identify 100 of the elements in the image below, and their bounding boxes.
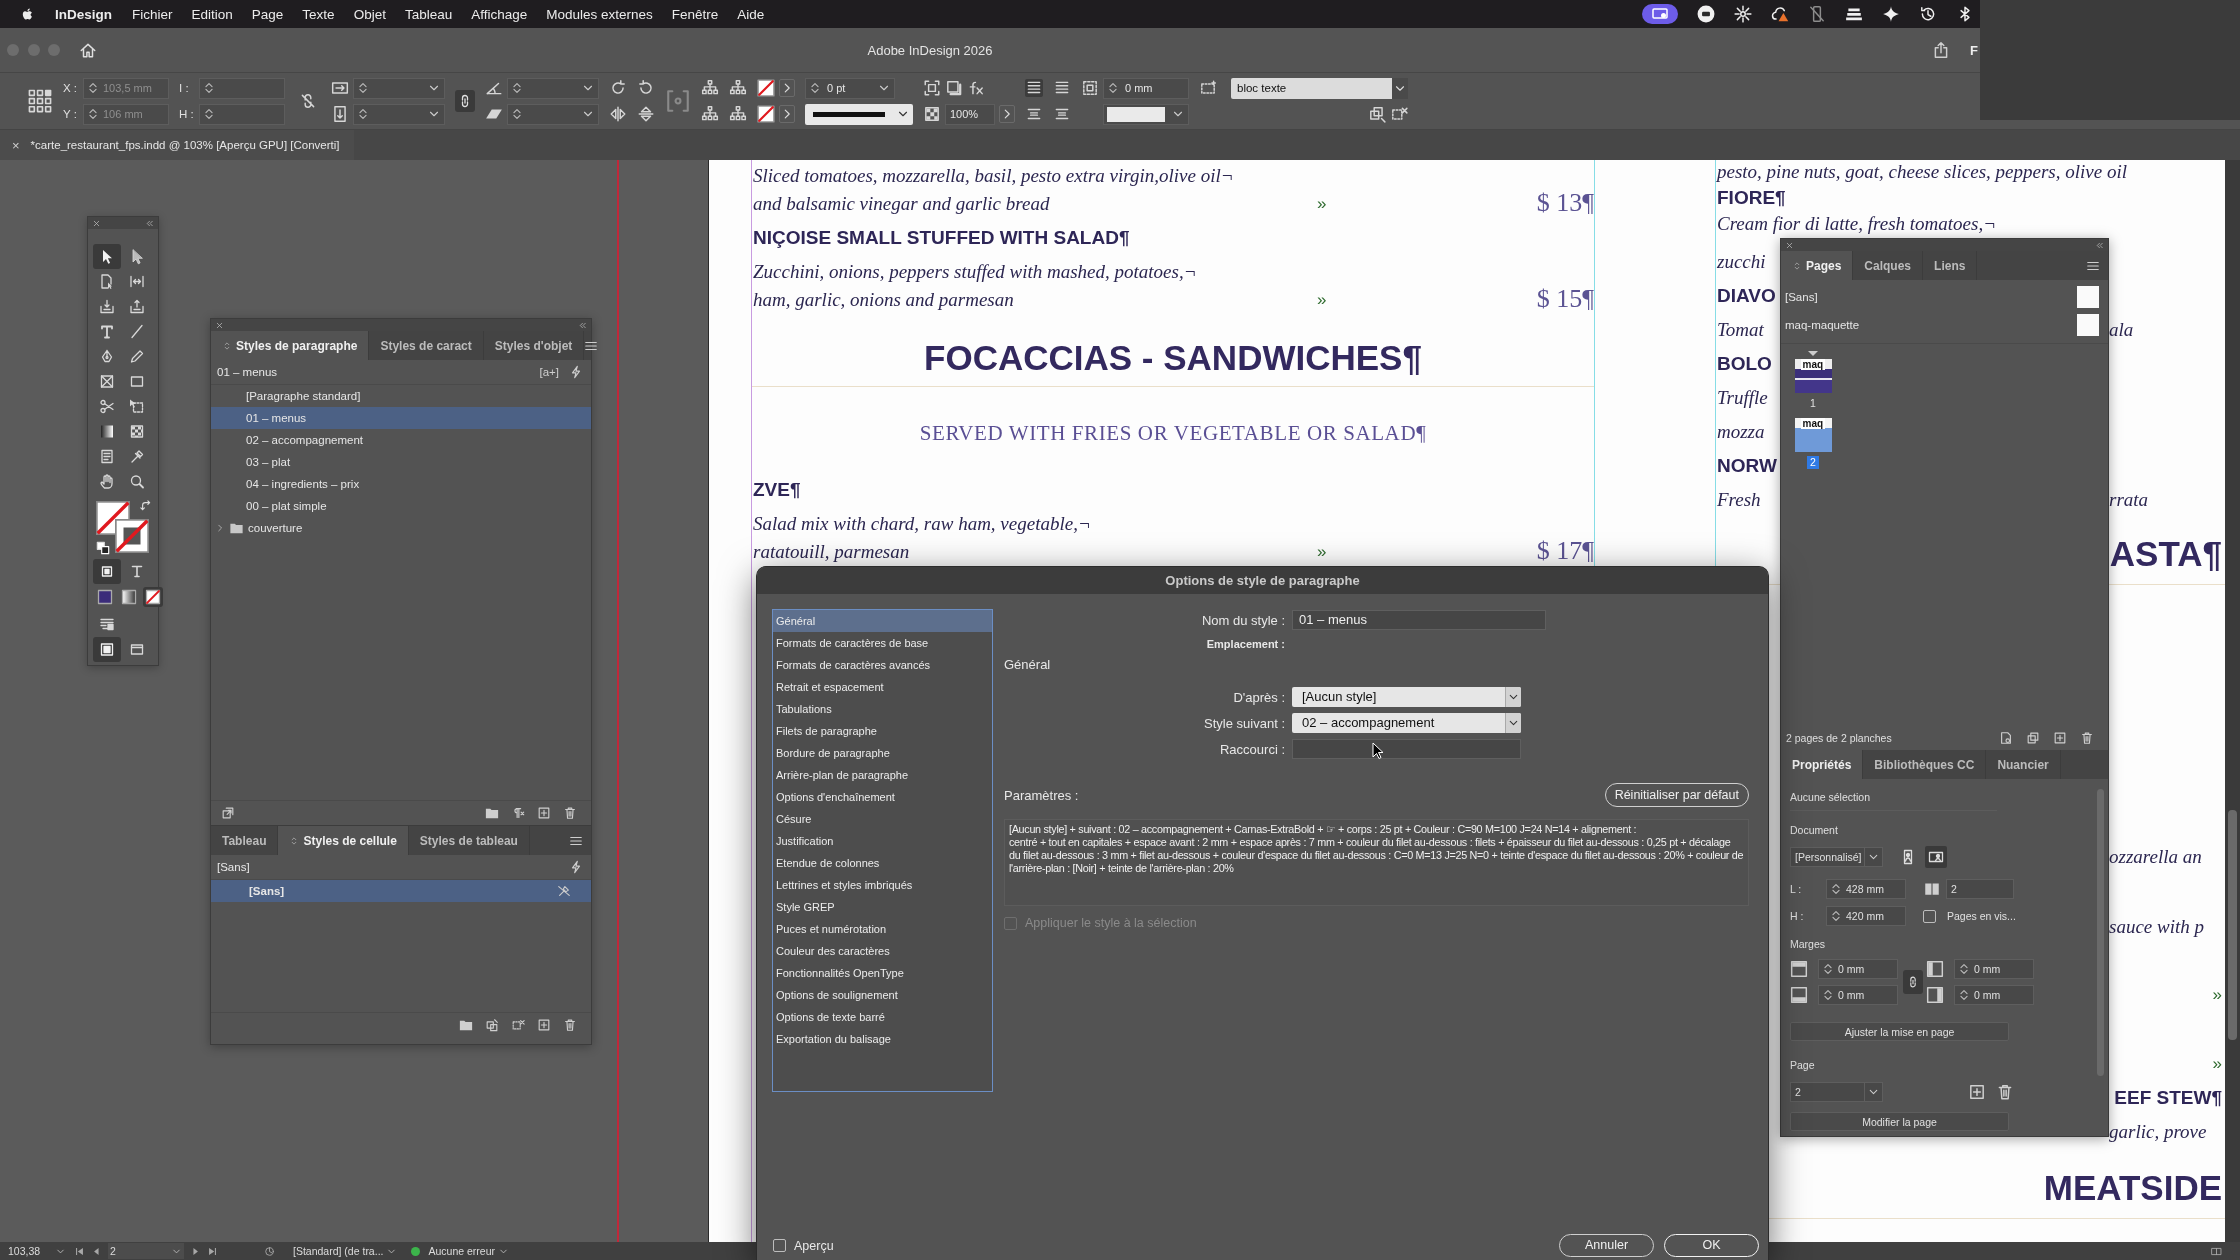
preflight-icon[interactable] [264, 1245, 275, 1257]
panel-tab[interactable]: Liens [1923, 251, 1978, 280]
scale-x-icon[interactable] [331, 79, 349, 97]
menu-item[interactable]: Tableau [404, 6, 453, 22]
spinner-icon[interactable] [1106, 80, 1120, 96]
frame-inset-icon[interactable] [1081, 79, 1099, 97]
select-content-icon[interactable] [701, 105, 719, 123]
page-count-field[interactable]: 2 [1946, 879, 2014, 899]
master-page-item[interactable]: maq-maquette [1781, 311, 2108, 339]
facing-pages-checkbox[interactable] [1923, 909, 1936, 923]
page-field[interactable]: 2 [108, 1243, 184, 1259]
cloud-warning-icon[interactable] [1771, 5, 1789, 23]
style-group-item[interactable]: couverture [248, 522, 303, 534]
collapse-icon[interactable] [145, 218, 154, 228]
next-page-icon[interactable] [190, 1245, 201, 1257]
app-menu[interactable]: InDesign [55, 6, 112, 22]
close-icon[interactable] [1785, 240, 1794, 250]
scale-y-field[interactable] [353, 103, 445, 125]
panel-tab[interactable]: Nuancier [1986, 750, 2061, 779]
gradient-swatch-icon[interactable] [119, 587, 139, 607]
document-height-field[interactable]: 420 mm [1826, 906, 1906, 926]
chevron-icon[interactable] [779, 105, 795, 123]
hierarchy-icon[interactable] [729, 79, 747, 97]
category-item[interactable]: Césure [773, 808, 992, 830]
new-page-icon[interactable] [2053, 731, 2067, 745]
scale-x-field[interactable] [353, 77, 445, 99]
none-swatch-icon[interactable] [143, 587, 163, 607]
link-icon[interactable] [1903, 970, 1923, 994]
load-styles-icon[interactable] [221, 806, 235, 820]
new-override-style-button[interactable]: [a+] [539, 366, 559, 378]
spinner-icon[interactable] [202, 106, 216, 122]
shear-field[interactable] [507, 103, 599, 125]
fill-none-swatch-icon[interactable] [757, 79, 775, 97]
flip-vertical-icon[interactable] [637, 105, 655, 123]
stroke-none-swatch-icon[interactable] [757, 105, 775, 123]
new-style-icon[interactable] [537, 1018, 551, 1032]
panel-tab[interactable]: Styles de tableau [408, 826, 530, 855]
spinner-icon[interactable] [86, 106, 100, 122]
stroke-swatch-icon[interactable] [115, 519, 149, 553]
based-on-dropdown[interactable]: [Aucun style] [1292, 687, 1521, 707]
object-style-icon[interactable] [1199, 79, 1217, 97]
height-field[interactable] [199, 103, 285, 125]
last-page-icon[interactable] [207, 1245, 218, 1257]
vertical-scrollbar[interactable] [2225, 160, 2240, 1242]
preflight-profile-dropdown[interactable]: [Standard] (de tra... [291, 1243, 400, 1259]
shortcut-field[interactable] [1292, 739, 1521, 759]
spinner-icon[interactable] [202, 80, 216, 96]
trash-icon[interactable] [2080, 731, 2094, 745]
chevron-icon[interactable] [779, 79, 795, 97]
add-page-icon[interactable] [1968, 1083, 1986, 1101]
default-colors-icon[interactable] [96, 541, 110, 555]
object-style-dropdown[interactable]: bloc texte [1231, 77, 1408, 99]
caret-icon[interactable] [1392, 77, 1408, 99]
sort-icon[interactable] [1792, 259, 1802, 272]
flip-horizontal-icon[interactable] [609, 105, 627, 123]
clear-overrides-icon[interactable] [511, 1018, 525, 1032]
panel-tab[interactable]: Calques [1853, 251, 1924, 280]
broken-link-icon[interactable] [299, 92, 317, 110]
spinner-icon[interactable] [1821, 987, 1835, 1003]
master-page-item[interactable]: [Sans] [1781, 283, 2108, 311]
category-item[interactable]: Style GREP [773, 896, 992, 918]
style-list-item[interactable]: 04 – ingredients – prix [211, 473, 591, 495]
document-tab[interactable]: × *carte_restaurant_fps.indd @ 103% [Aperçu GPU] [Converti] [0, 130, 354, 160]
style-list-item[interactable]: [Paragraphe standard] [211, 385, 591, 407]
category-item[interactable]: Options de soulignement [773, 984, 992, 1006]
close-icon[interactable] [215, 320, 224, 330]
spinner-icon[interactable] [1957, 987, 1971, 1003]
crossed-phone-icon[interactable] [1808, 5, 1826, 23]
screen-share-icon[interactable] [1642, 4, 1678, 24]
menu-item[interactable]: Affichage [471, 6, 528, 22]
hierarchy-icon[interactable] [729, 105, 747, 123]
frame-formatting-icon[interactable] [93, 558, 121, 584]
category-item[interactable]: Filets de paragraphe [773, 720, 992, 742]
trash-icon[interactable] [1996, 1083, 2014, 1101]
inset-field[interactable]: 0 mm [1103, 77, 1189, 99]
close-tab-button[interactable]: × [12, 137, 20, 153]
swatch-dropdown[interactable] [1103, 103, 1189, 125]
stroke-weight-field[interactable]: 0 pt [805, 77, 895, 99]
category-item[interactable]: Options d'enchaînement [773, 786, 992, 808]
category-item[interactable]: Formats de caractères de base [773, 632, 992, 654]
menu-item[interactable]: Objet [353, 6, 386, 22]
clear-overrides-icon[interactable] [511, 806, 525, 820]
panel-tab[interactable]: Propriétés [1781, 750, 1864, 779]
preview-checkbox[interactable] [773, 1239, 786, 1252]
close-icon[interactable] [92, 218, 101, 228]
panel-tab[interactable]: Pages [1781, 251, 1854, 280]
effects-icon[interactable] [967, 79, 985, 97]
category-item[interactable]: Bordure de paragraphe [773, 742, 992, 764]
stacked-bars-icon[interactable] [1845, 5, 1863, 23]
scale-y-icon[interactable] [331, 105, 349, 123]
page-thumbnail[interactable]: maq [1794, 359, 1832, 393]
spinner-icon[interactable] [1829, 881, 1843, 897]
spinner-icon[interactable] [808, 80, 822, 96]
style-list-item[interactable]: 00 – plat simple [211, 495, 591, 517]
clear-overrides-icon[interactable] [1368, 105, 1386, 123]
history-clock-icon[interactable] [1919, 5, 1937, 23]
spinner-icon[interactable] [510, 80, 524, 96]
next-style-dropdown[interactable]: 02 – accompagnement [1292, 713, 1521, 733]
menu-item[interactable]: Page [251, 6, 284, 22]
color-swatch-icon[interactable] [95, 587, 115, 607]
